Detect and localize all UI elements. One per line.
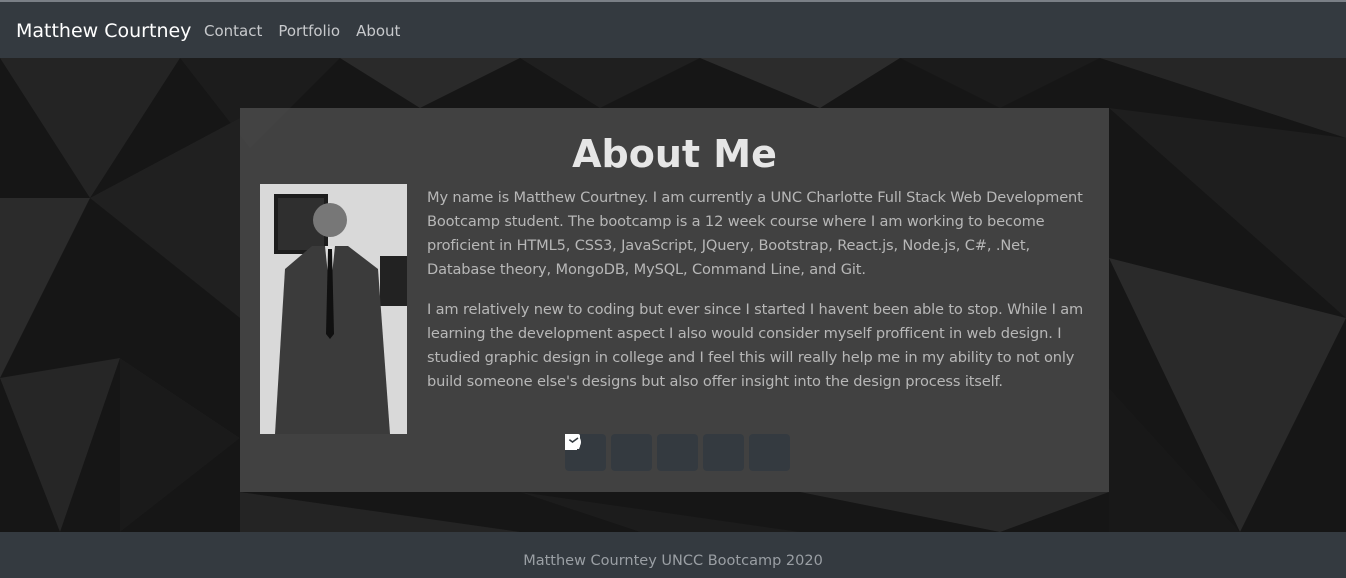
navbar: Matthew Courtney Contact Portfolio About xyxy=(0,2,1346,58)
phone-button[interactable] xyxy=(565,434,790,471)
nav-link-about[interactable]: About xyxy=(356,21,400,41)
profile-photo xyxy=(260,184,407,434)
bio-text: My name is Matthew Courtney. I am curren… xyxy=(427,186,1091,410)
about-title: About Me xyxy=(572,132,777,176)
nav-link-portfolio[interactable]: Portfolio xyxy=(278,21,340,41)
bio-paragraph: My name is Matthew Courtney. I am curren… xyxy=(427,189,1083,278)
resume-button[interactable] xyxy=(565,434,698,471)
email-button[interactable] xyxy=(565,434,744,471)
brand-link[interactable]: Matthew Courtney xyxy=(16,19,191,43)
hero-background: About Me My name is Matthew Courtney. I … xyxy=(0,58,1346,532)
linkedin-button[interactable] xyxy=(565,434,652,471)
bio-paragraph: I am relatively new to coding but ever s… xyxy=(427,301,1084,390)
nav-link-contact[interactable]: Contact xyxy=(204,21,262,41)
social-links xyxy=(565,434,790,471)
about-panel: About Me My name is Matthew Courtney. I … xyxy=(240,108,1109,492)
nav-links: Contact Portfolio About xyxy=(204,21,400,41)
footer-text: Matthew Courntey UNCC Bootcamp 2020 xyxy=(523,553,823,569)
footer: Matthew Courntey UNCC Bootcamp 2020 xyxy=(0,532,1346,578)
